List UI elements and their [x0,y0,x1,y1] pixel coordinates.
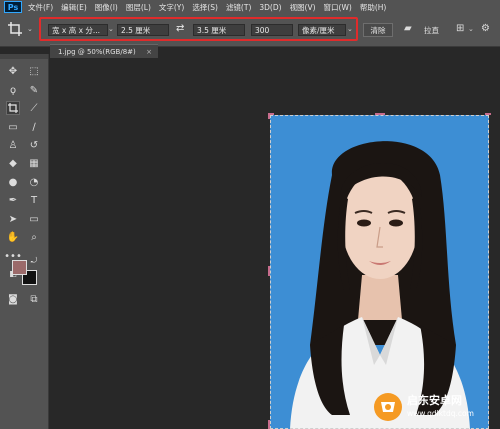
foreground-color-swatch[interactable] [12,260,27,275]
menu-filter[interactable]: 滤镜(T) [226,2,251,13]
crop-handle-top-left-vertical[interactable] [268,113,270,119]
resolution-input[interactable]: 300 [251,24,293,36]
photoshop-logo: Ps [4,1,22,13]
lasso-icon[interactable]: ϙ [6,83,20,97]
screen-mode-icon[interactable]: ⧉ [27,292,41,306]
crop-handle-top-right[interactable] [485,113,491,115]
menu-edit[interactable]: 编辑(E) [61,2,87,13]
blur-icon[interactable]: ● [6,175,20,189]
menu-select[interactable]: 选择(S) [192,2,218,13]
marquee-icon[interactable]: ⬚ [27,64,41,78]
width-input[interactable]: 2.5 厘米 [117,24,169,36]
clone-stamp-icon[interactable]: ♙ [6,138,20,152]
height-value: 3.5 厘米 [197,26,227,35]
crop-tool-icon[interactable] [6,101,20,115]
watermark: 启东安卓网 www.qdlktdq.com [371,390,499,424]
move-icon[interactable]: ✥ [6,64,20,78]
height-input[interactable]: 3.5 厘米 [193,24,245,36]
resolution-unit-value: 像素/厘米 [302,26,335,35]
grid-overlay-icon[interactable]: ⊞ [456,23,464,34]
tool-preset-chevron-down-icon[interactable]: ⌄ [27,25,33,33]
history-brush-icon[interactable]: ↺ [27,138,41,152]
menu-window[interactable]: 窗口(W) [324,2,352,13]
menu-image[interactable]: 图像(I) [95,2,118,13]
watermark-url: www.qdlktdq.com [407,409,474,418]
brush-icon[interactable]: ∕ [27,120,41,134]
rectangle-icon[interactable]: ▭ [27,212,41,226]
ratio-preset-chevron-down-icon[interactable]: ⌄ [108,25,114,33]
ratio-preset-value: 宽 x 高 x 分... [52,26,101,35]
clear-button[interactable]: 清除 [363,23,393,37]
resolution-unit-chevron-down-icon[interactable]: ⌄ [347,25,353,33]
menu-file[interactable]: 文件(F) [28,2,53,13]
gear-icon[interactable]: ⚙ [481,23,490,34]
document-title: 1.jpg @ 50%(RGB/8#) [58,48,136,56]
crop-handle-middle-left[interactable] [268,266,270,276]
close-icon[interactable]: × [146,45,152,59]
path-select-icon[interactable]: ➤ [6,212,20,226]
watermark-logo-icon [374,393,402,421]
crop-bounding-box[interactable] [270,115,489,429]
toolbar-grip[interactable] [0,54,48,59]
crop-handle-bottom-left[interactable] [268,420,270,429]
menu-3d[interactable]: 3D(D) [259,3,281,12]
gradient-icon[interactable]: ▦ [27,156,41,170]
quick-mask-icon[interactable]: ◙ [6,292,20,306]
resolution-value: 300 [255,26,270,35]
dodge-icon[interactable]: ◔ [27,175,41,189]
menu-layer[interactable]: 图层(L) [126,2,151,13]
document-tab[interactable]: 1.jpg @ 50%(RGB/8#) × [50,44,158,58]
quick-select-icon[interactable]: ✎ [27,83,41,97]
overlay-chevron-down-icon[interactable]: ⌄ [468,25,474,33]
menu-bar: Ps 文件(F) 编辑(E) 图像(I) 图层(L) 文字(Y) 选择(S) 滤… [0,0,500,14]
watermark-name: 启东安卓网 [407,394,462,407]
type-icon[interactable]: T [27,193,41,207]
swap-icon[interactable]: ⇄ [176,23,184,34]
crop-handle-top-middle[interactable] [375,113,385,115]
zoom-icon[interactable]: ⌕ [27,230,41,244]
menu-type[interactable]: 文字(Y) [159,2,184,13]
tools-panel: ✥ ⬚ ϙ ✎ ⟋ ▭ ∕ ♙ ↺ ◆ ▦ ● ◔ ✒ T ➤ ▭ ✋ ⌕ ••… [0,54,49,429]
eraser-icon[interactable]: ◆ [6,156,20,170]
straighten-icon[interactable]: ▰ [404,23,412,34]
menu-help[interactable]: 帮助(H) [360,2,387,13]
options-bar: ⌄ 宽 x 高 x 分... ⌄ 2.5 厘米 ⇄ 3.5 厘米 300 像素/… [0,14,500,47]
pen-icon[interactable]: ✒ [6,193,20,207]
menu-view[interactable]: 视图(V) [290,2,316,13]
eyedropper-icon[interactable]: ⟋ [27,101,41,115]
resolution-unit-select[interactable]: 像素/厘米 [298,24,346,36]
crop-icon[interactable] [8,22,22,36]
ratio-preset-select[interactable]: 宽 x 高 x 分... [48,24,108,36]
width-value: 2.5 厘米 [121,26,151,35]
hand-icon[interactable]: ✋ [6,230,20,244]
straighten-label[interactable]: 拉直 [424,25,439,36]
healing-brush-icon[interactable]: ▭ [6,120,20,134]
swap-colors-icon[interactable]: ⤾ [27,254,41,268]
